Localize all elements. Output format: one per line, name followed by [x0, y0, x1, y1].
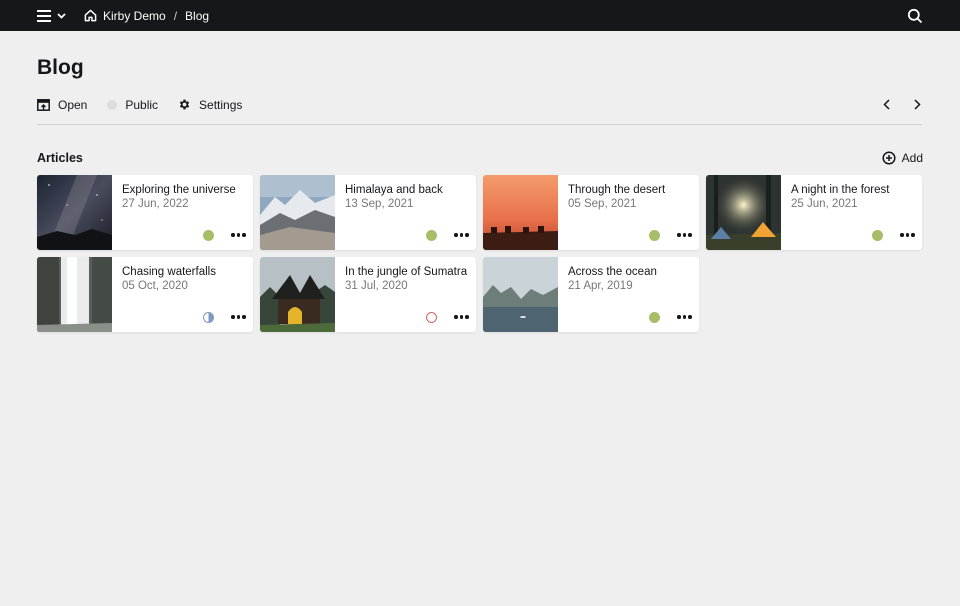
- article-date: 05 Oct, 2020: [122, 280, 188, 292]
- header-divider: [37, 124, 922, 125]
- chevron-right-icon: [914, 98, 921, 110]
- open-button-label: Open: [58, 97, 88, 112]
- article-options-button[interactable]: [677, 233, 692, 237]
- article-title: Across the ocean: [568, 266, 657, 278]
- status-listed-icon[interactable]: [426, 230, 437, 241]
- section-title: Articles: [37, 151, 83, 165]
- open-preview-icon: [37, 98, 50, 111]
- article-options-button[interactable]: [677, 315, 692, 319]
- breadcrumb-site[interactable]: Kirby Demo: [84, 9, 166, 23]
- page-toolbar: Open Public Settings: [37, 96, 262, 113]
- article-date: 27 Jun, 2022: [122, 198, 189, 210]
- home-icon: [84, 9, 97, 22]
- status-listed-icon[interactable]: [649, 312, 660, 323]
- status-listed-icon[interactable]: [203, 230, 214, 241]
- gear-icon: [179, 99, 190, 110]
- settings-button[interactable]: Settings: [178, 98, 242, 112]
- breadcrumb-current[interactable]: Blog: [185, 9, 209, 23]
- article-thumbnail-night-sky: [37, 175, 112, 250]
- article-options-button[interactable]: [900, 233, 915, 237]
- article-options-button[interactable]: [231, 233, 246, 237]
- article-title: Exploring the universe: [122, 184, 236, 196]
- menu-button[interactable]: [37, 8, 66, 24]
- article-card[interactable]: In the jungle of Sumatra 31 Jul, 2020: [260, 257, 476, 332]
- article-thumbnail-ocean-bay: [483, 257, 558, 332]
- add-article-label: Add: [901, 151, 923, 165]
- article-title: Through the desert: [568, 184, 666, 196]
- prev-page-button[interactable]: [881, 96, 892, 112]
- breadcrumb: Kirby Demo / Blog: [84, 0, 209, 31]
- status-listed-icon[interactable]: [872, 230, 883, 241]
- add-article-button[interactable]: Add: [882, 151, 923, 165]
- next-page-button[interactable]: [912, 96, 923, 112]
- article-title: Himalaya and back: [345, 184, 443, 196]
- article-title: Chasing waterfalls: [122, 266, 216, 278]
- status-button[interactable]: Public: [107, 98, 158, 112]
- breadcrumb-current-label: Blog: [185, 8, 210, 23]
- article-thumbnail-forest-camp: [706, 175, 781, 250]
- article-thumbnail-mountains: [260, 175, 335, 250]
- status-unlisted-icon[interactable]: [203, 312, 214, 323]
- article-date: 21 Apr, 2019: [568, 280, 633, 292]
- article-thumbnail-jungle-house: [260, 257, 335, 332]
- article-card[interactable]: Himalaya and back 13 Sep, 2021: [260, 175, 476, 250]
- article-card[interactable]: A night in the forest 25 Jun, 2021: [706, 175, 922, 250]
- article-thumbnail-waterfall: [37, 257, 112, 332]
- breadcrumb-site-label: Kirby Demo: [103, 8, 166, 23]
- page-pagination: [881, 96, 923, 112]
- status-listed-icon[interactable]: [649, 230, 660, 241]
- article-options-button[interactable]: [454, 315, 469, 319]
- hamburger-icon: [37, 10, 51, 22]
- breadcrumb-separator: /: [173, 8, 178, 23]
- article-date: 31 Jul, 2020: [345, 280, 408, 292]
- status-button-label: Public: [125, 97, 159, 112]
- article-title: In the jungle of Sumatra: [345, 266, 468, 278]
- add-icon: [882, 151, 896, 165]
- article-date: 13 Sep, 2021: [345, 198, 414, 210]
- topbar: Kirby Demo / Blog: [0, 0, 960, 31]
- search-icon: [907, 8, 923, 24]
- article-date: 05 Sep, 2021: [568, 198, 637, 210]
- article-card[interactable]: Exploring the universe 27 Jun, 2022: [37, 175, 253, 250]
- article-thumbnail-desert: [483, 175, 558, 250]
- settings-button-label: Settings: [199, 97, 243, 112]
- article-date: 25 Jun, 2021: [791, 198, 858, 210]
- chevron-down-icon: [57, 13, 66, 19]
- search-button[interactable]: [907, 8, 923, 24]
- article-title: A night in the forest: [791, 184, 890, 196]
- page-title: Blog: [37, 56, 84, 79]
- open-button[interactable]: Open: [37, 98, 87, 112]
- article-options-button[interactable]: [231, 315, 246, 319]
- article-card[interactable]: Through the desert 05 Sep, 2021: [483, 175, 699, 250]
- article-options-button[interactable]: [454, 233, 469, 237]
- status-public-icon: [107, 99, 118, 110]
- article-card[interactable]: Chasing waterfalls 05 Oct, 2020: [37, 257, 253, 332]
- chevron-left-icon: [883, 98, 890, 110]
- status-draft-icon[interactable]: [426, 312, 437, 323]
- article-card[interactable]: Across the ocean 21 Apr, 2019: [483, 257, 699, 332]
